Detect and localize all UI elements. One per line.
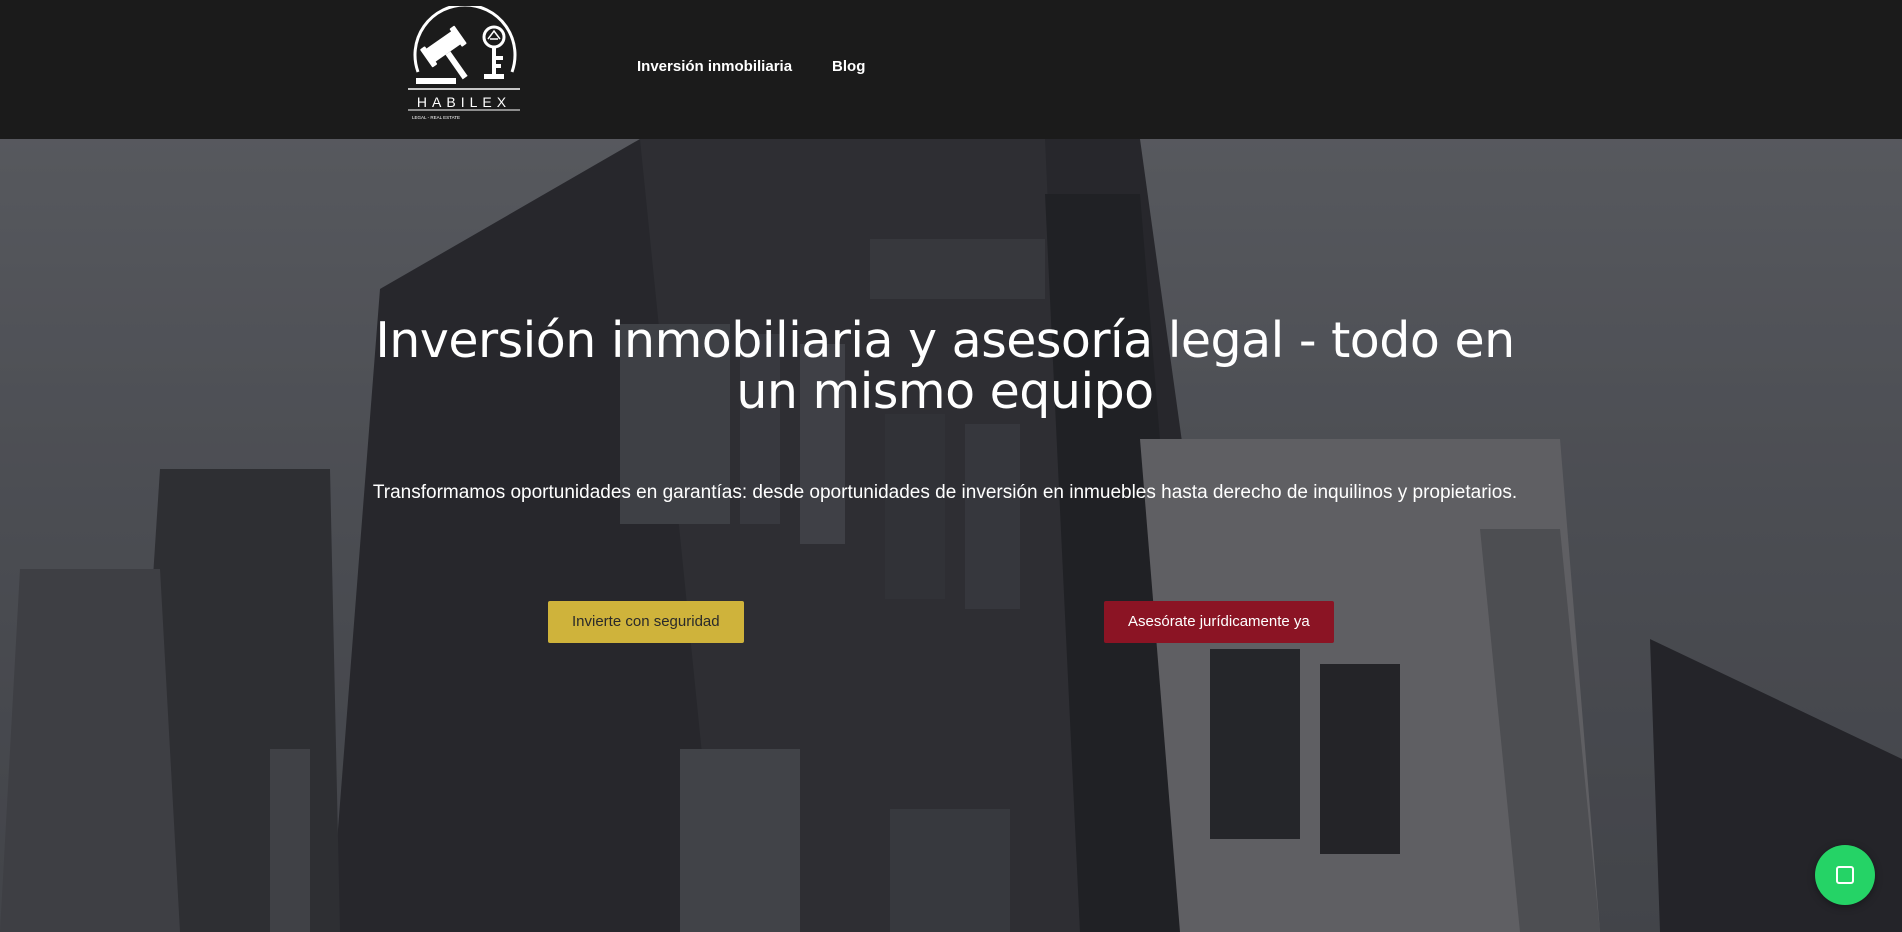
- whatsapp-chat-button[interactable]: [1815, 845, 1875, 905]
- logo-wordmark: HABILEX: [417, 94, 511, 110]
- logo-tagline: LEGAL - REAL ESTATE: [412, 115, 460, 120]
- invest-button[interactable]: Invierte con seguridad: [548, 601, 744, 643]
- habilex-logo[interactable]: HABILEX LEGAL - REAL ESTATE: [404, 6, 524, 124]
- hero-subtitle: Transformamos oportunidades en garantías…: [372, 482, 1518, 503]
- whatsapp-icon: [1836, 866, 1854, 884]
- nav-link-blog[interactable]: Blog: [832, 58, 865, 75]
- main-nav: Inversión inmobiliaria Blog: [637, 58, 865, 75]
- hero-section: Inversión inmobiliaria y asesoría legal …: [0, 139, 1902, 932]
- site-header: HABILEX LEGAL - REAL ESTATE Inversión in…: [0, 0, 1902, 139]
- legal-advice-button[interactable]: Asesórate jurídicamente ya: [1104, 601, 1334, 643]
- gavel-key-logo-icon: HABILEX LEGAL - REAL ESTATE: [408, 6, 520, 120]
- hero-overlay: [0, 139, 1902, 932]
- hero-title: Inversión inmobiliaria y asesoría legal …: [375, 312, 1515, 420]
- nav-link-inversion[interactable]: Inversión inmobiliaria: [637, 58, 792, 75]
